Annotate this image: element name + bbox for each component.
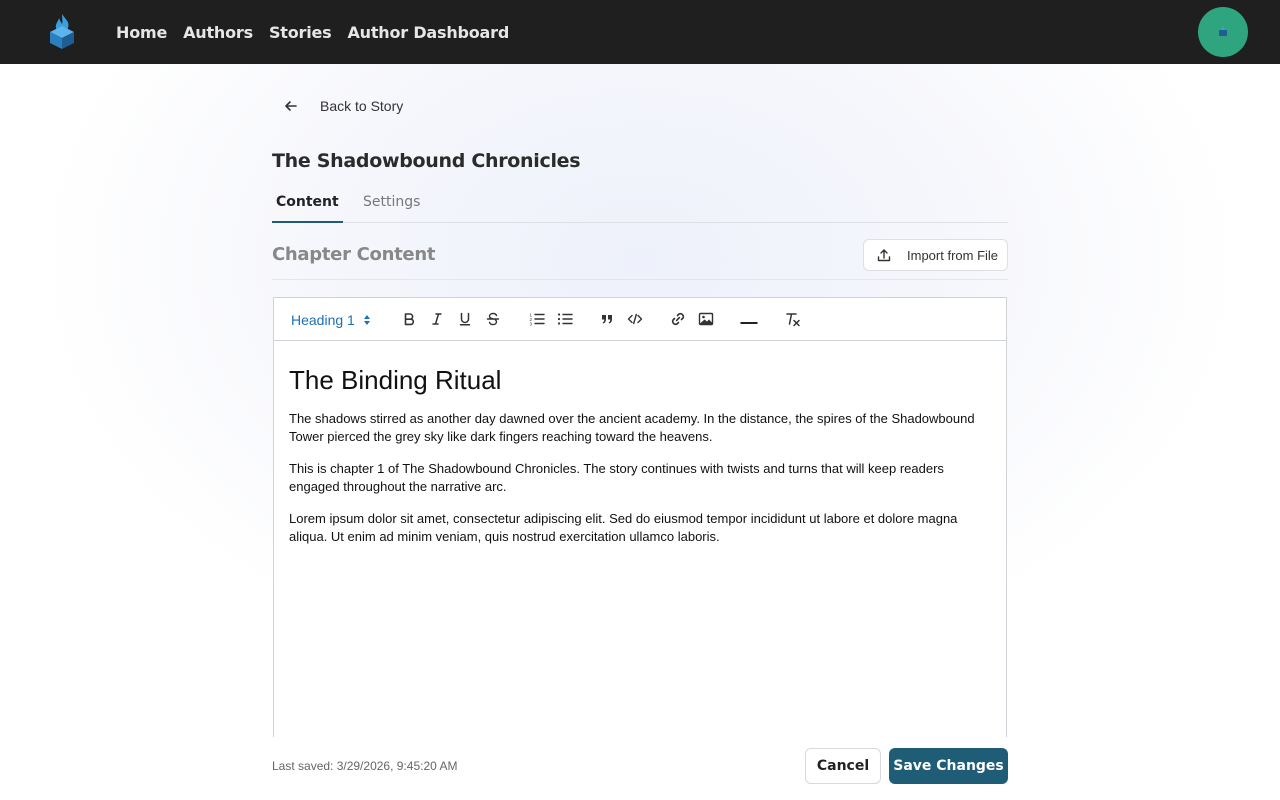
last-saved-status: Last saved: 3/29/2026, 9:45:20 AM — [272, 759, 458, 773]
tab-content[interactable]: Content — [272, 184, 343, 223]
image-icon — [698, 312, 714, 326]
quote-icon — [602, 315, 612, 324]
blockquote-button[interactable] — [598, 310, 616, 328]
arrow-left-icon — [285, 101, 297, 111]
horizontal-rule-icon — [740, 322, 758, 324]
ordered-list-icon: 1 2 3 — [530, 313, 545, 327]
italic-button[interactable] — [428, 310, 446, 328]
link-icon — [671, 312, 685, 326]
paragraph[interactable]: This is chapter 1 of The Shadowbound Chr… — [289, 460, 991, 496]
section-title: Chapter Content — [272, 244, 436, 265]
top-navbar: Home Authors Stories Author Dashboard — [0, 0, 1280, 64]
nav-home[interactable]: Home — [116, 23, 167, 42]
back-to-story-link[interactable]: Back to Story — [284, 92, 403, 120]
upload-icon — [877, 249, 891, 262]
editor-content[interactable]: The Binding Ritual The shadows stirred a… — [274, 341, 1006, 546]
nav-author-dashboard[interactable]: Author Dashboard — [347, 23, 509, 42]
import-label: Import from File — [907, 247, 999, 263]
avatar-icon — [1215, 26, 1231, 38]
nav-authors[interactable]: Authors — [183, 23, 253, 42]
heading-select-value: Heading 1 — [291, 312, 355, 328]
strikethrough-icon — [486, 312, 500, 326]
select-caret-icon — [363, 315, 370, 325]
underline-icon — [459, 312, 471, 326]
underline-button[interactable] — [456, 310, 474, 328]
main-nav: Home Authors Stories Author Dashboard — [116, 0, 509, 64]
avatar[interactable] — [1198, 7, 1248, 57]
tab-settings[interactable]: Settings — [359, 184, 424, 223]
nav-stories[interactable]: Stories — [269, 23, 332, 42]
bold-button[interactable] — [400, 310, 418, 328]
paragraph[interactable]: The shadows stirred as another day dawne… — [289, 410, 991, 446]
bold-icon — [404, 313, 415, 326]
editor-toolbar: Heading 1 1 2 3 — [274, 298, 1006, 341]
tab-bar: Content Settings — [272, 184, 1008, 223]
strikethrough-button[interactable] — [484, 310, 502, 328]
bullet-list-icon — [557, 313, 573, 325]
heading-select[interactable]: Heading 1 — [291, 310, 371, 330]
code-button[interactable] — [626, 310, 644, 328]
chapter-heading[interactable]: The Binding Ritual — [289, 365, 991, 396]
logo-icon[interactable] — [46, 12, 78, 50]
clear-format-button[interactable] — [784, 310, 802, 328]
back-label: Back to Story — [320, 98, 404, 114]
clear-format-icon — [786, 313, 800, 327]
paragraph[interactable]: Lorem ipsum dolor sit amet, consectetur … — [289, 510, 991, 546]
cancel-button[interactable]: Cancel — [805, 748, 881, 784]
rich-text-editor: Heading 1 1 2 3 The Binding Ritual The s… — [273, 297, 1007, 737]
ordered-list-button[interactable]: 1 2 3 — [528, 310, 546, 328]
image-button[interactable] — [697, 310, 715, 328]
link-button[interactable] — [669, 310, 687, 328]
italic-icon — [432, 313, 442, 325]
code-icon — [627, 313, 643, 325]
svg-text:3: 3 — [530, 322, 533, 327]
section-divider — [272, 279, 1008, 280]
page-title: The Shadowbound Chronicles — [272, 150, 581, 172]
save-changes-button[interactable]: Save Changes — [889, 748, 1008, 784]
horizontal-rule-button[interactable] — [740, 310, 758, 328]
import-from-file-button[interactable]: Import from File — [863, 239, 1008, 271]
bullet-list-button[interactable] — [556, 310, 574, 328]
